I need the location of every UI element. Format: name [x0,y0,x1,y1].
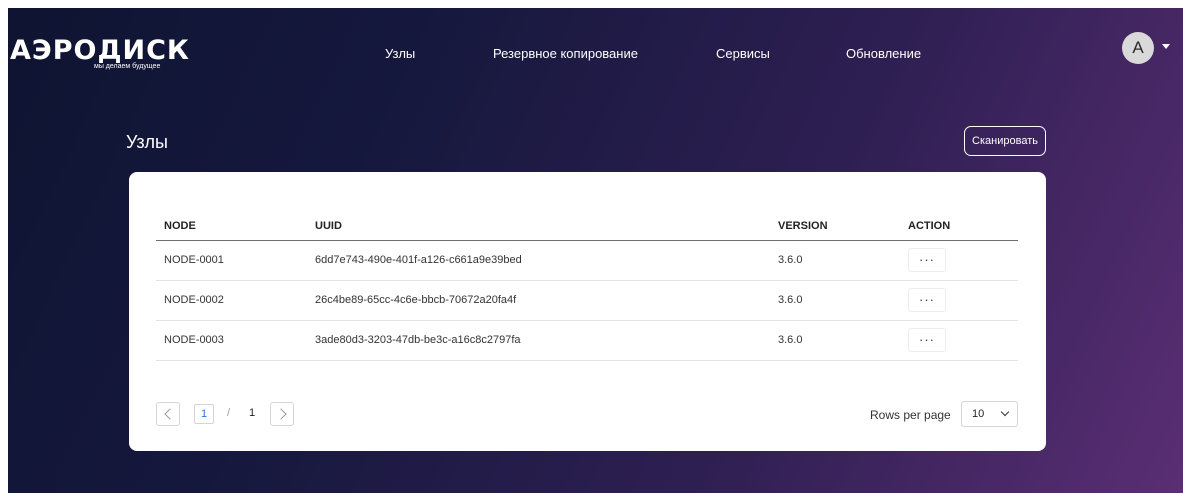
table-row: NODE-0002 26c4be89-65cc-4c6e-bbcb-70672a… [156,281,1018,321]
app-background: АЭРОДИСК мы делаем будущее Узлы Резервно… [8,8,1183,493]
pagination-total-pages: 1 [249,407,256,419]
chevron-down-icon [1000,407,1010,417]
nav-item-backup[interactable]: Резервное копирование [493,46,638,61]
row-actions-button[interactable]: ··· [908,288,946,312]
cell-version: 3.6.0 [778,294,803,306]
pagination-current-page[interactable]: 1 [194,404,214,424]
row-actions-button[interactable]: ··· [908,328,946,352]
column-header-action: ACTION [908,220,951,232]
pagination-separator: / [227,407,231,419]
column-header-node: NODE [164,220,196,232]
nav-item-updates[interactable]: Обновление [846,46,921,61]
table-row: NODE-0003 3ade80d3-3203-47db-be3c-a16c8c… [156,321,1018,361]
table-header: NODE UUID VERSION ACTION [156,212,1018,241]
caret-down-icon[interactable] [1162,44,1170,49]
cell-node: NODE-0001 [164,254,224,266]
user-avatar[interactable]: A [1122,32,1154,64]
cell-uuid: 3ade80d3-3203-47db-be3c-a16c8c2797fa [315,334,521,346]
scan-button[interactable]: Сканировать [964,126,1046,156]
cell-node: NODE-0003 [164,334,224,346]
nav-item-services[interactable]: Сервисы [716,46,770,61]
cell-version: 3.6.0 [778,334,803,346]
top-navigation: Узлы Резервное копирование Сервисы Обнов… [8,46,1183,66]
nodes-card: NODE UUID VERSION ACTION NODE-0001 6dd7e… [129,172,1046,451]
rows-per-page-select[interactable]: 10 [961,401,1018,427]
cell-uuid: 26c4be89-65cc-4c6e-bbcb-70672a20fa4f [315,294,517,306]
page-title: Узлы [126,132,168,152]
nodes-table: NODE UUID VERSION ACTION NODE-0001 6dd7e… [156,212,1018,361]
rows-per-page-label: Rows per page [870,408,951,422]
column-header-version: VERSION [778,220,828,232]
chevron-left-icon[interactable] [156,402,180,426]
cell-node: NODE-0002 [164,294,224,306]
chevron-right-icon[interactable] [270,402,294,426]
table-row: NODE-0001 6dd7e743-490e-401f-a126-c661a9… [156,241,1018,281]
nav-item-nodes[interactable]: Узлы [385,46,415,61]
rows-per-page-value: 10 [972,408,985,420]
column-header-uuid: UUID [315,220,342,232]
cell-uuid: 6dd7e743-490e-401f-a126-c661a9e39bed [315,254,522,266]
row-actions-button[interactable]: ··· [908,248,946,272]
cell-version: 3.6.0 [778,254,803,266]
